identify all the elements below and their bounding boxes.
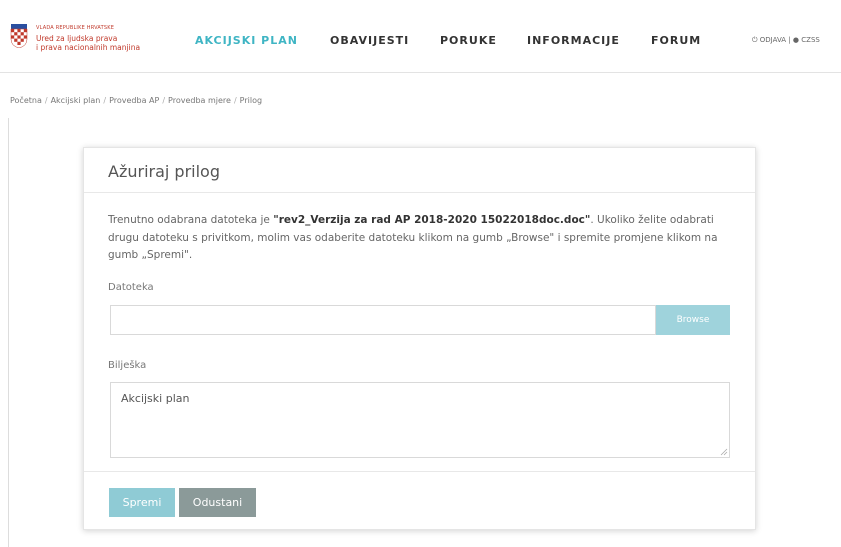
content-left-border [8,118,9,547]
logo-text: VLADA REPUBLIKE HRVATSKE Ured za ljudska… [36,24,140,52]
nav-item-akcijski-plan[interactable]: AKCIJSKI PLAN [195,34,298,47]
resize-handle-icon[interactable] [720,448,728,456]
nav-item-obavijesti[interactable]: OBAVIJESTI [330,34,409,47]
logo-line-office: Ured za ljudska prava [36,34,118,43]
croatian-coat-of-arms-icon [10,24,28,48]
file-label: Datoteka [108,282,154,293]
note-textarea[interactable]: Akcijski plan [110,382,730,458]
attachment-description: Trenutno odabrana datoteka je "rev2_Verz… [108,212,736,265]
user-name: CZSS [801,36,820,44]
current-file-name: "rev2_Verzija za rad AP 2018-2020 150220… [273,214,591,226]
breadcrumb-item-prilog: Prilog [239,96,263,105]
note-label: Bilješka [108,360,147,371]
browse-button[interactable]: Browse [656,305,730,335]
logo-line-minorities: i prava nacionalnih manjina [36,43,141,52]
file-input[interactable] [110,305,656,335]
breadcrumb-item-akcijski-plan[interactable]: Akcijski plan [51,96,101,105]
nav-item-poruke[interactable]: PORUKE [440,34,497,47]
save-button[interactable]: Spremi [109,488,175,517]
breadcrumb-item-provedba-mjere[interactable]: Provedba mjere [168,96,231,105]
user-icon: ● [792,36,800,44]
logo-line-government: VLADA REPUBLIKE HRVATSKE [36,25,115,31]
panel-footer-divider [84,471,755,472]
site-logo[interactable]: VLADA REPUBLIKE HRVATSKE Ured za ljudska… [10,22,170,58]
note-text: Akcijski plan [121,392,190,405]
user-link[interactable]: ● CZSS [793,36,820,44]
breadcrumb-separator: / [162,96,166,105]
logout-label: ODJAVA [759,36,787,44]
breadcrumb-item-provedba-ap[interactable]: Provedba AP [109,96,159,105]
breadcrumb-separator: / [103,96,107,105]
description-prefix: Trenutno odabrana datoteka je [108,214,274,226]
panel-header-divider [84,192,755,193]
power-icon: ⏻ [752,36,758,44]
breadcrumb-separator: / [233,96,237,105]
update-attachment-panel: Ažuriraj prilog Trenutno odabrana datote… [83,147,756,530]
panel-title: Ažuriraj prilog [108,162,220,181]
breadcrumb-item-pocetna[interactable]: Početna [10,96,42,105]
breadcrumb: Početna / Akcijski plan / Provedba AP / Proved… [10,96,262,105]
nav-item-forum[interactable]: FORUM [651,34,701,47]
top-header: VLADA REPUBLIKE HRVATSKE Ured za ljudska… [0,0,841,73]
nav-item-informacije[interactable]: INFORMACIJE [527,34,620,47]
user-area: ⏻ ODJAVA | ● CZSS [752,36,820,45]
cancel-button[interactable]: Odustani [179,488,256,517]
breadcrumb-separator: / [44,96,48,105]
logout-link[interactable]: ⏻ ODJAVA [752,36,788,44]
